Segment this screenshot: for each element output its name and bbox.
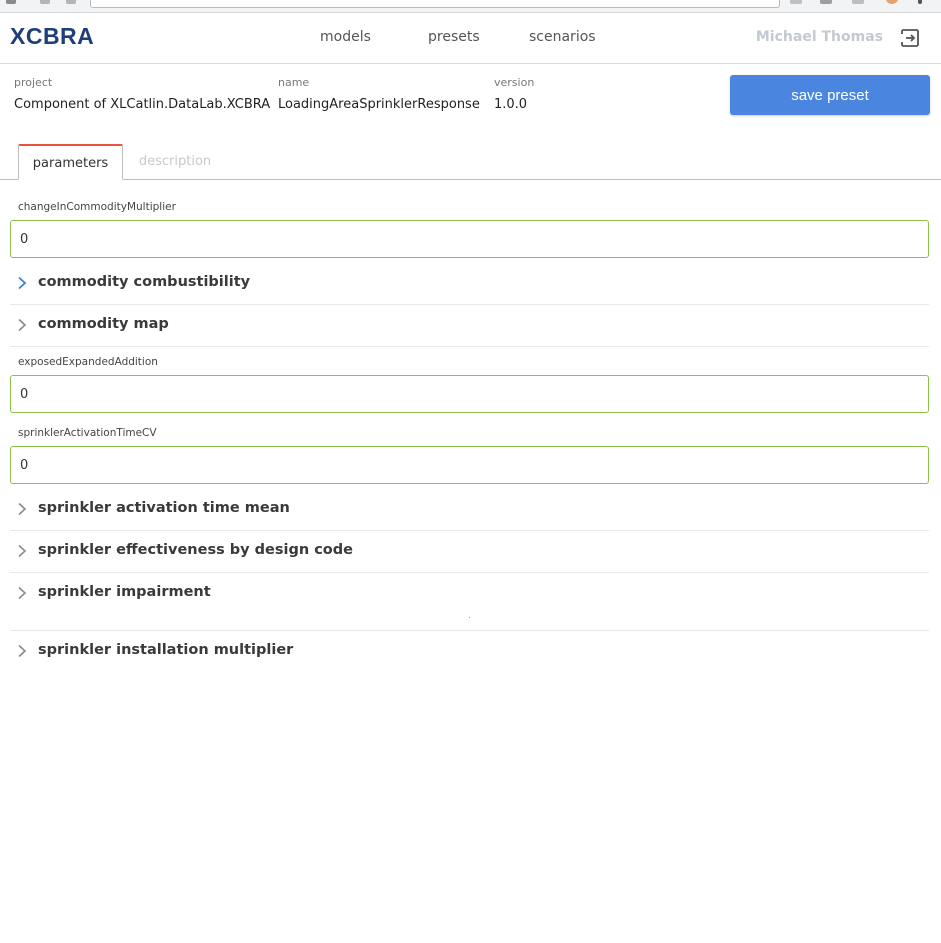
- address-bar[interactable]: [90, 0, 780, 8]
- extension-icon[interactable]: [820, 0, 832, 4]
- project-label: project: [14, 76, 53, 89]
- extension-icon[interactable]: [790, 0, 802, 4]
- section-commodity-map[interactable]: commodity map: [10, 305, 929, 347]
- tab-description[interactable]: description: [126, 144, 224, 180]
- field-label: changeInCommodityMultiplier: [18, 201, 176, 213]
- browser-chrome: [0, 0, 941, 13]
- chevron-right-icon: [18, 586, 27, 600]
- section-title: sprinkler effectiveness by design code: [38, 542, 353, 558]
- section-title: commodity combustibility: [38, 274, 251, 290]
- version-info: version 1.0.0: [494, 76, 534, 112]
- nav-presets[interactable]: presets: [428, 29, 480, 45]
- section-sprinkler-impairment[interactable]: sprinkler impairment: [10, 573, 929, 615]
- chevron-right-icon: [18, 544, 27, 558]
- tab-parameters[interactable]: parameters: [18, 144, 123, 180]
- logout-icon[interactable]: [899, 27, 921, 49]
- name-label: name: [278, 76, 310, 89]
- name-info: name LoadingAreaSprinklerResponse: [278, 76, 480, 112]
- project-value: Component of XLCatlin.DataLab.XCBRA: [14, 97, 271, 112]
- section-title: sprinkler impairment: [38, 584, 211, 600]
- version-value: 1.0.0: [494, 97, 528, 112]
- project-info: project Component of XLCatlin.DataLab.XC…: [14, 76, 270, 112]
- forward-icon[interactable]: [40, 0, 50, 4]
- chevron-right-icon: [18, 644, 27, 658]
- exposed-expanded-addition-input[interactable]: [10, 375, 929, 413]
- menu-icon[interactable]: [918, 0, 922, 4]
- section-commodity-combustibility[interactable]: commodity combustibility: [10, 263, 929, 305]
- chevron-right-icon: [18, 276, 27, 290]
- name-value: LoadingAreaSprinklerResponse: [278, 97, 480, 112]
- save-preset-button[interactable]: save preset: [730, 75, 930, 115]
- section-title: commodity map: [38, 316, 169, 332]
- back-icon[interactable]: [6, 0, 16, 4]
- app-header: XCBRA models presets scenarios Michael T…: [0, 13, 941, 64]
- sprinkler-activation-time-cv-input[interactable]: [10, 446, 929, 484]
- user-name[interactable]: Michael Thomas: [756, 29, 883, 45]
- loading-indicator: [469, 617, 470, 618]
- field-label: sprinklerActivationTimeCV: [18, 427, 157, 439]
- section-sprinkler-activation-time-mean[interactable]: sprinkler activation time mean: [10, 489, 929, 531]
- change-in-commodity-multiplier-input[interactable]: [10, 220, 929, 258]
- section-sprinkler-installation-multiplier[interactable]: sprinkler installation multiplier: [10, 631, 929, 673]
- section-sprinkler-effectiveness[interactable]: sprinkler effectiveness by design code: [10, 531, 929, 573]
- chevron-right-icon: [18, 502, 27, 516]
- reload-icon[interactable]: [66, 0, 76, 4]
- field-label: exposedExpandedAddition: [18, 356, 158, 368]
- logo[interactable]: XCBRA: [10, 23, 94, 50]
- extension-icon[interactable]: [852, 0, 864, 4]
- section-title: sprinkler activation time mean: [38, 500, 290, 516]
- profile-icon[interactable]: [886, 0, 898, 4]
- nav-models[interactable]: models: [320, 29, 371, 45]
- version-label: version: [494, 76, 535, 89]
- chevron-right-icon: [18, 318, 27, 332]
- tab-bar: parameters description: [0, 144, 941, 180]
- section-title: sprinkler installation multiplier: [38, 642, 294, 658]
- nav-scenarios[interactable]: scenarios: [529, 29, 596, 45]
